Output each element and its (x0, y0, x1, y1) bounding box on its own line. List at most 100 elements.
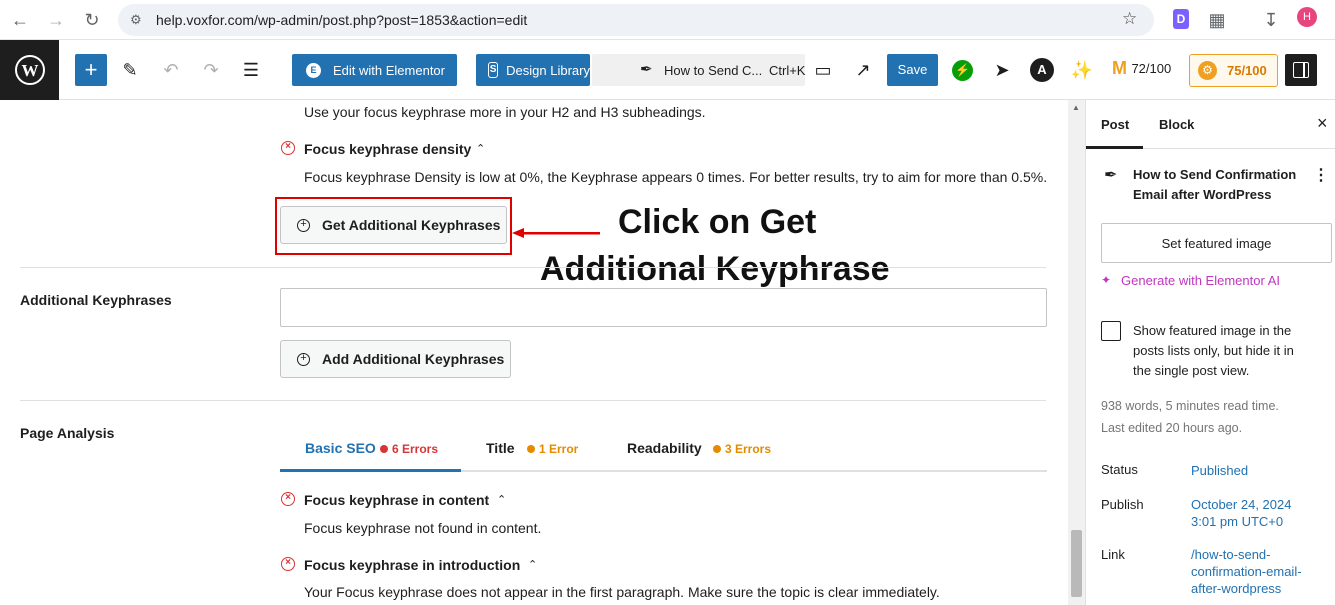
star-icon[interactable]: ☆ (1122, 9, 1137, 29)
error-dot (380, 445, 388, 453)
site-settings-icon[interactable]: ⚙ (130, 12, 142, 28)
extension-d-icon[interactable]: D (1173, 9, 1189, 29)
warning-dot (527, 445, 535, 453)
rank-math-icon: M (1112, 58, 1127, 78)
redo-icon[interactable]: ↷ (195, 54, 227, 86)
edit-with-elementor-label: Edit with Elementor (333, 62, 445, 78)
page-analysis-label: Page Analysis (20, 425, 115, 441)
ai-sparkle-icon[interactable]: ✨ (1066, 54, 1098, 86)
divider (20, 267, 1046, 268)
additional-keyphrases-label: Additional Keyphrases (20, 292, 172, 308)
extensions-puzzle-icon[interactable]: ▦ (1203, 6, 1231, 34)
save-button[interactable]: Save (887, 54, 938, 86)
reload-icon[interactable]: ↻ (78, 6, 106, 34)
tab-post[interactable]: Post (1101, 117, 1129, 132)
additional-keyphrases-input[interactable] (280, 288, 1047, 327)
annotation-arrow (512, 225, 600, 238)
set-featured-image-button[interactable]: Set featured image (1101, 223, 1332, 263)
show-featured-text-3: the single post view. (1133, 363, 1250, 378)
post-feather-icon: ✒ (640, 61, 653, 78)
error-icon: × (281, 557, 295, 571)
plus-circle-icon: + (297, 218, 310, 232)
profile-avatar[interactable]: H (1297, 7, 1317, 27)
forward-icon[interactable]: → (42, 6, 70, 34)
add-block-button[interactable]: + (75, 54, 107, 86)
command-shortcut: Ctrl+K (769, 63, 806, 78)
document-overview-icon[interactable]: ☰ (235, 54, 267, 86)
tab-basic-seo[interactable]: Basic SEO (305, 440, 376, 456)
content-check-title[interactable]: Focus keyphrase in content (304, 492, 489, 508)
main-scrollbar[interactable]: ▲ (1068, 100, 1085, 605)
active-tab-indicator (280, 469, 461, 472)
seo-score-button[interactable]: M 72/100 (1112, 58, 1171, 82)
add-additional-keyphrases-label: Add Additional Keyphrases (322, 351, 505, 367)
chevron-up-icon[interactable]: ⌃ (476, 142, 485, 155)
link-value-2[interactable]: confirmation-email- (1191, 563, 1302, 580)
wordpress-icon: W (14, 55, 45, 85)
wordpress-logo[interactable]: W (0, 40, 59, 100)
design-library-icon: S (488, 62, 499, 78)
last-edited: Last edited 20 hours ago. (1101, 421, 1243, 435)
publish-date[interactable]: October 24, 2024 (1191, 496, 1291, 513)
command-title: How to Send C... (664, 63, 763, 78)
annotation-text-line1: Click on Get (618, 203, 817, 241)
preview-device-icon[interactable]: ▭ (807, 54, 839, 86)
send-icon[interactable]: ➤ (986, 54, 1018, 86)
tab-title[interactable]: Title (486, 440, 515, 456)
undo-icon[interactable]: ↶ (155, 54, 187, 86)
error-icon: × (281, 141, 295, 155)
density-check-title[interactable]: Focus keyphrase density (304, 141, 471, 157)
tab-readability[interactable]: Readability (627, 440, 702, 456)
tab-block[interactable]: Block (1159, 117, 1194, 132)
show-featured-text-2: posts lists only, but hide it in (1133, 343, 1294, 358)
svg-text:W: W (21, 61, 38, 80)
add-additional-keyphrases-button[interactable]: + Add Additional Keyphrases (280, 340, 511, 378)
elementor-icon: E (306, 62, 321, 78)
editor-toolbar: W + ✎ ↶ ↷ ☰ E Edit with Elementor S Desi… (0, 40, 1335, 100)
more-options-icon[interactable]: ⋮ (1313, 165, 1329, 185)
generate-elementor-ai-link[interactable]: Generate with Elementor AI (1121, 273, 1280, 288)
word-count: 938 words, 5 minutes read time. (1101, 399, 1279, 413)
post-title-line2: Email after WordPress (1133, 187, 1272, 202)
tools-pencil-icon[interactable]: ✎ (114, 54, 146, 86)
warning-dot (713, 445, 721, 453)
seo-score-value: 72/100 (1131, 61, 1172, 76)
address-bar[interactable]: ⚙ help.voxfor.com/wp-admin/post.php?post… (118, 4, 1154, 36)
scroll-up-icon[interactable]: ▲ (1072, 103, 1080, 112)
view-post-external-icon[interactable]: ↗ (847, 54, 879, 86)
link-value-3[interactable]: after-wordpress (1191, 580, 1281, 597)
design-library-button[interactable]: S Design Library (476, 54, 590, 86)
status-label: Status (1101, 462, 1138, 477)
chevron-up-icon[interactable]: ⌃ (497, 493, 506, 506)
readability-score-button[interactable]: ⚙ 75/100 (1189, 54, 1278, 87)
tab-title-count: 1 Error (539, 442, 579, 456)
get-additional-keyphrases-button[interactable]: + Get Additional Keyphrases (280, 206, 507, 244)
chevron-up-icon[interactable]: ⌃ (528, 558, 537, 571)
show-featured-checkbox[interactable] (1101, 321, 1121, 341)
scrollbar-thumb[interactable] (1071, 530, 1082, 597)
link-label: Link (1101, 547, 1125, 562)
close-icon[interactable]: × (1317, 113, 1328, 134)
tab-basic-seo-count: 6 Errors (392, 442, 439, 456)
download-icon[interactable]: ↧ (1257, 6, 1285, 34)
get-additional-keyphrases-label: Get Additional Keyphrases (322, 217, 501, 233)
settings-sidebar-toggle[interactable] (1285, 54, 1317, 86)
back-icon[interactable]: ← (6, 6, 34, 34)
link-value-1[interactable]: /how-to-send- (1191, 546, 1270, 563)
astra-icon[interactable]: A (1030, 58, 1054, 82)
readability-score-value: 75/100 (1227, 63, 1267, 78)
post-title-line1: How to Send Confirmation (1133, 167, 1297, 182)
command-palette-button[interactable]: ✒ How to Send C... Ctrl+K (592, 54, 805, 86)
main-content: Use your focus keyphrase more in your H2… (0, 100, 1068, 605)
edit-with-elementor-button[interactable]: E Edit with Elementor (292, 54, 457, 86)
browser-toolbar: ← → ↻ ⚙ help.voxfor.com/wp-admin/post.ph… (0, 0, 1335, 40)
content-check-desc: Focus keyphrase not found in content. (304, 520, 542, 536)
status-value[interactable]: Published (1191, 462, 1248, 479)
intro-check-title[interactable]: Focus keyphrase in introduction (304, 557, 520, 573)
design-library-label: Design Library (506, 62, 590, 78)
publish-time[interactable]: 3:01 pm UTC+0 (1191, 513, 1283, 530)
active-tab-indicator (1086, 146, 1143, 149)
jetpack-icon[interactable]: ⚡ (952, 60, 973, 81)
annotation-text-line2: Additional Keyphrase (540, 250, 890, 288)
h2-subheading-desc: Use your focus keyphrase more in your H2… (304, 104, 706, 120)
